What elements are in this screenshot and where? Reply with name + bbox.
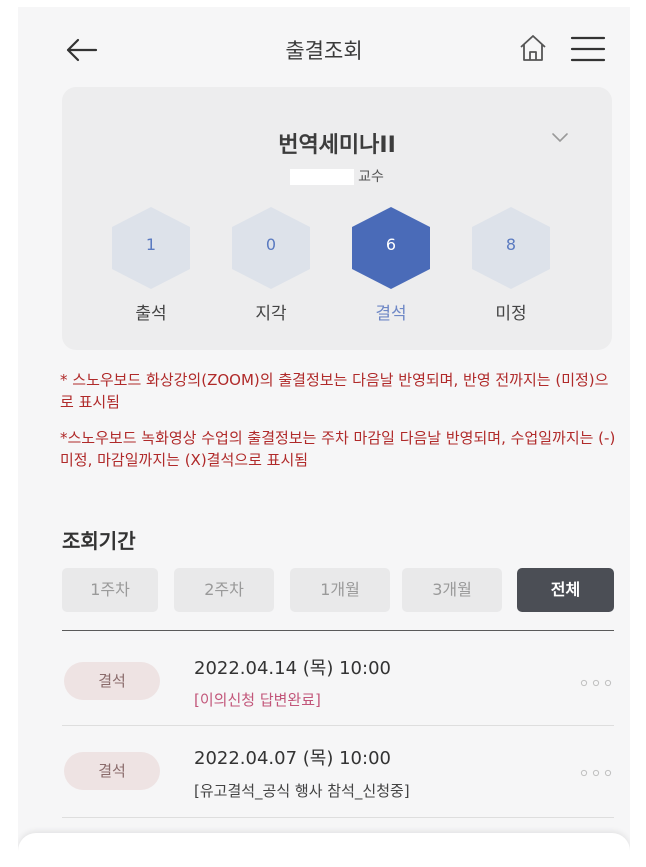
record-row[interactable]: 결석 2022.04.14 (목) 10:00 [이의신청 답변완료] bbox=[62, 642, 614, 726]
filter-all[interactable]: 전체 bbox=[517, 568, 614, 612]
filter-month-3[interactable]: 3개월 bbox=[402, 568, 502, 612]
record-date: 2022.04.14 (목) 10:00 bbox=[194, 658, 391, 679]
period-filter-group: 1주차 2주차 1개월 3개월 전체 bbox=[62, 568, 622, 612]
stat-undecided[interactable]: 8 미정 bbox=[466, 205, 556, 325]
stat-label: 결석 bbox=[375, 304, 407, 324]
chevron-down-icon[interactable] bbox=[551, 132, 569, 144]
list-divider bbox=[62, 630, 614, 631]
record-status-badge: 결석 bbox=[64, 752, 160, 790]
record-date: 2022.04.07 (목) 10:00 bbox=[194, 748, 391, 769]
filter-week-2[interactable]: 2주차 bbox=[174, 568, 274, 612]
stat-late[interactable]: 0 지각 bbox=[226, 205, 316, 325]
more-options-icon[interactable] bbox=[578, 768, 614, 778]
professor-suffix: 교수 bbox=[358, 169, 384, 185]
stat-value: 8 bbox=[505, 235, 517, 254]
course-summary-card: 번역세미나II 교수 1 출석 0 지각 6 결석 8 미정 bbox=[62, 87, 612, 350]
filter-week-1[interactable]: 1주차 bbox=[62, 568, 158, 612]
hamburger-menu-icon[interactable] bbox=[570, 35, 606, 63]
stat-absent[interactable]: 6 결석 bbox=[346, 205, 436, 325]
professor-name-redacted bbox=[290, 169, 355, 185]
notice-recorded: *스노우보드 녹화영상 수업의 출결정보는 주차 마감일 다음날 반영되며, 수… bbox=[60, 429, 616, 469]
attendance-stats: 1 출석 0 지각 6 결석 8 미정 bbox=[106, 205, 586, 325]
record-status-badge: 결석 bbox=[64, 662, 160, 700]
record-row[interactable]: 결석 2022.04.07 (목) 10:00 [유고결석_공식 행사 참석_신… bbox=[62, 726, 614, 818]
more-options-icon[interactable] bbox=[578, 678, 614, 688]
phone-screen: 출결조회 번역세미나II 교수 1 출석 0 지각 6 결석 8 미정 * 스노… bbox=[18, 7, 630, 867]
professor-row: 교수 bbox=[62, 166, 612, 186]
period-title: 조회기간 bbox=[62, 529, 136, 553]
filter-month-1[interactable]: 1개월 bbox=[290, 568, 390, 612]
stat-value: 1 bbox=[145, 235, 157, 254]
bottom-sheet[interactable] bbox=[18, 833, 630, 867]
stat-label: 지각 bbox=[255, 304, 287, 324]
record-status-text: [유고결석_공식 행사 참석_신청중] bbox=[194, 782, 410, 800]
home-icon[interactable] bbox=[518, 33, 548, 63]
course-name[interactable]: 번역세미나II bbox=[62, 127, 612, 159]
app-header: 출결조회 bbox=[18, 7, 630, 89]
stat-attendance[interactable]: 1 출석 bbox=[106, 205, 196, 325]
stat-value: 6 bbox=[385, 235, 397, 254]
stat-label: 미정 bbox=[495, 304, 527, 324]
notice-zoom: * 스노우보드 화상강의(ZOOM)의 출결정보는 다음날 반영되며, 반영 전… bbox=[60, 371, 609, 411]
stat-value: 0 bbox=[265, 235, 277, 254]
record-status-text: [이의신청 답변완료] bbox=[194, 691, 321, 709]
stat-label: 출석 bbox=[135, 304, 167, 324]
